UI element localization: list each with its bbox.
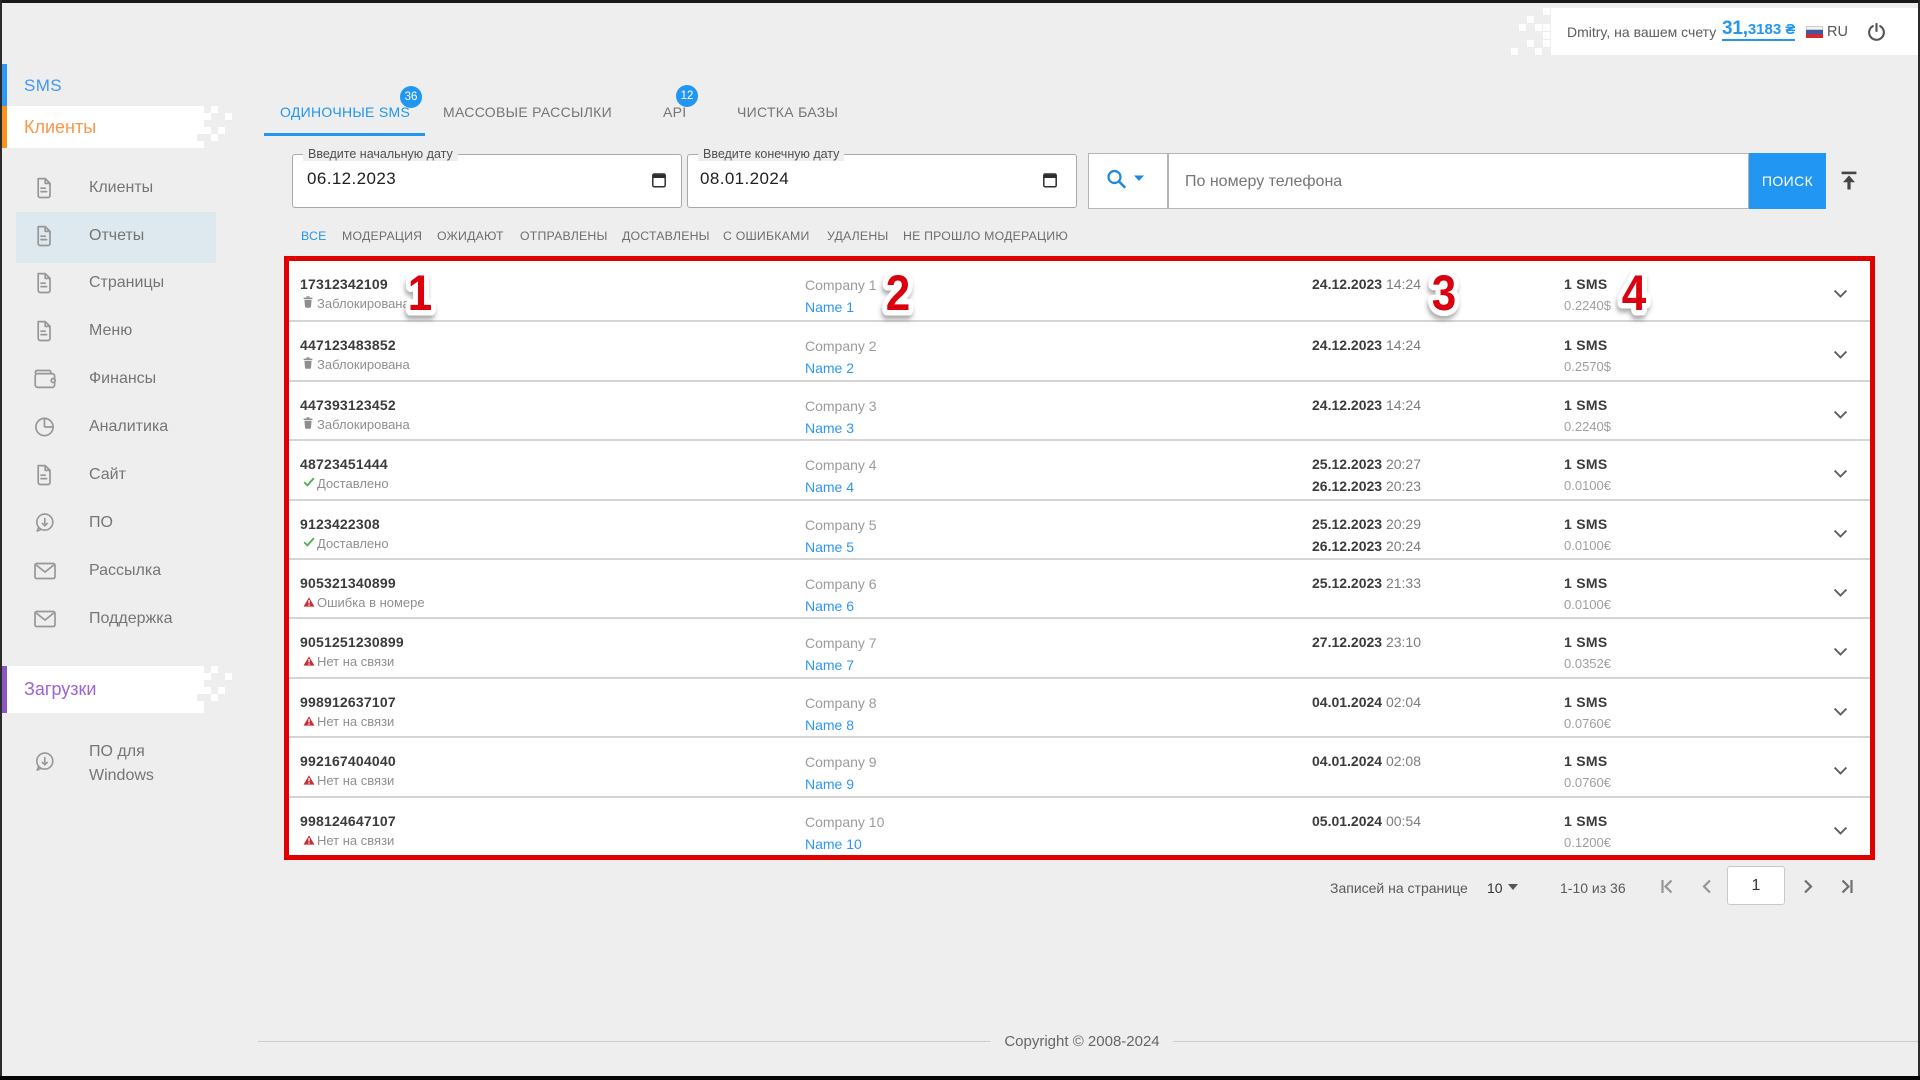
svg-text:1: 1 [408,264,432,320]
svg-text:2: 2 [886,264,910,320]
svg-text:3: 3 [1432,264,1456,320]
svg-text:4: 4 [1622,264,1646,320]
